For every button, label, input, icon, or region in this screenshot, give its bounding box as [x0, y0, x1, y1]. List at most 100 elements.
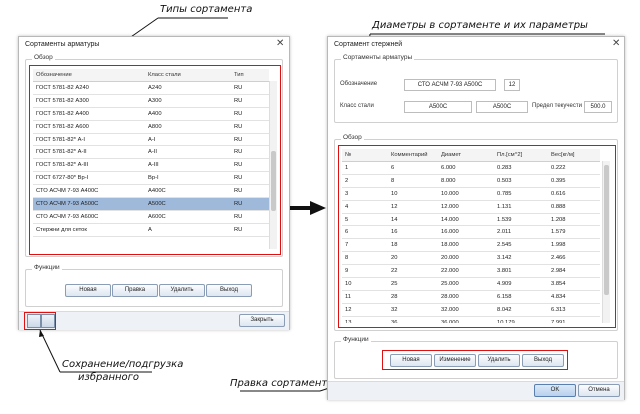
table-row[interactable]: 1 6 6.000 0.283 0.222 [342, 161, 600, 175]
table-cell: A800 [145, 120, 231, 134]
new-button[interactable]: Новая [65, 284, 111, 297]
steel-class-field[interactable]: A500C [404, 101, 472, 113]
table-cell: 12 [342, 303, 388, 317]
table-row[interactable]: 11 28 28.000 6.158 4.834 [342, 290, 600, 304]
table-cell: 20.000 [438, 251, 494, 266]
table-row[interactable]: 2 8 8.000 0.503 0.395 [342, 174, 600, 188]
table-header-row: № Комментарий Диамет Пл.[см^2] Вес[кг/м] [342, 149, 600, 162]
table-cell: A300 [145, 94, 231, 108]
table-row[interactable]: 4 12 12.000 1.131 0.888 [342, 200, 600, 214]
table-row[interactable]: СТО АСЧМ 7-93 A500C A500C RU [33, 197, 269, 211]
table-row[interactable]: 6 16 16.000 2.011 1.579 [342, 225, 600, 240]
table-cell: 4 [342, 200, 388, 214]
table-cell: СТО АСЧМ 7-93 A400C [33, 184, 145, 199]
edit-button[interactable]: Правка [112, 284, 158, 297]
sortament-group: Сортаменты арматуры [334, 54, 618, 123]
table-cell: RU [231, 81, 269, 95]
table-cell: 6 [388, 161, 438, 175]
overview-group-label: Обзор [32, 54, 55, 61]
column-header[interactable]: Обозначение [33, 69, 145, 82]
table-cell: 3.801 [494, 264, 548, 279]
table-cell: 28 [388, 290, 438, 304]
table-cell: 0.222 [548, 161, 600, 175]
table-cell: ГОСТ 5781-82 A400 [33, 107, 145, 121]
column-header[interactable]: Вес[кг/м] [548, 149, 600, 162]
close-icon[interactable]: ✕ [276, 39, 284, 49]
table-cell: A240 [145, 81, 231, 95]
types-table: Обозначение Класс стали Тип ГОСТ 5781-82… [33, 69, 269, 237]
sortament-group-label: Сортаменты арматуры [341, 54, 415, 61]
table-cell: RU [231, 94, 269, 108]
table-cell: 16 [388, 225, 438, 240]
scrollbar[interactable] [269, 81, 277, 249]
table-row[interactable]: 13 36 36.000 10.179 7.991 [342, 316, 600, 323]
table-cell: 22.000 [438, 264, 494, 279]
table-row[interactable]: Стержни для сеток A RU [33, 223, 269, 237]
change-button[interactable]: Изменение [434, 354, 476, 367]
count-field[interactable]: 12 [504, 79, 520, 91]
save-favorites-icon[interactable] [41, 314, 55, 328]
column-header[interactable]: Диамет [438, 149, 494, 162]
scrollbar-thumb[interactable] [604, 165, 609, 295]
table-cell: 14 [388, 213, 438, 227]
steel-class-field-2[interactable]: A500C [476, 101, 528, 113]
table-row[interactable]: 10 25 25.000 4.909 3.854 [342, 277, 600, 291]
table-row[interactable]: 9 22 22.000 3.801 2.984 [342, 264, 600, 279]
close-icon[interactable]: ✕ [612, 39, 620, 49]
table-row[interactable]: 5 14 14.000 1.539 1.208 [342, 213, 600, 227]
close-button[interactable]: Закрыть [239, 314, 285, 327]
exit-button[interactable]: Выход [522, 354, 564, 367]
load-favorites-icon[interactable] [27, 314, 41, 328]
delete-button[interactable]: Удалить [478, 354, 520, 367]
yield-label: Предел текучести [532, 103, 582, 109]
types-table-container: Обозначение Класс стали Тип ГОСТ 5781-82… [33, 69, 277, 249]
table-row[interactable]: ГОСТ 5781-82 A400 A400 RU [33, 107, 269, 121]
new-button[interactable]: Новая [390, 354, 432, 367]
yield-field[interactable]: 500.0 [584, 101, 612, 113]
table-cell: 1.208 [548, 213, 600, 227]
table-row[interactable]: ГОСТ 5781-82* A-III A-III RU [33, 158, 269, 173]
table-row[interactable]: СТО АСЧМ 7-93 A400C A400C RU [33, 184, 269, 199]
table-row[interactable]: ГОСТ 5781-82* A-II A-II RU [33, 145, 269, 160]
cancel-button[interactable]: Отмена [578, 384, 620, 397]
functions-group-label: Функции [32, 264, 62, 271]
column-header[interactable]: № [342, 149, 388, 162]
delete-button[interactable]: Удалить [159, 284, 205, 297]
table-cell: 1.579 [548, 225, 600, 240]
table-cell: ГОСТ 5781-82 A600 [33, 120, 145, 134]
table-row[interactable]: 12 32 32.000 8.042 6.313 [342, 303, 600, 317]
table-row[interactable]: 7 18 18.000 2.545 1.998 [342, 238, 600, 253]
table-cell: ГОСТ 5781-82 A300 [33, 94, 145, 108]
table-cell: RU [231, 210, 269, 224]
scrollbar[interactable] [602, 161, 610, 323]
arrowhead-favorites [39, 330, 44, 337]
annotation-types: Типы сортамента [160, 4, 253, 15]
table-row[interactable]: ГОСТ 5781-82* A-I A-I RU [33, 133, 269, 147]
designation-field[interactable]: СТО АСЧМ 7-93 A500C [404, 79, 496, 91]
column-header[interactable]: Тип [231, 69, 269, 82]
table-cell: 8.042 [494, 303, 548, 317]
table-cell: A600C [145, 210, 231, 224]
table-cell: СТО АСЧМ 7-93 A600C [33, 210, 145, 224]
sortament-rods-dialog: Сортамент стержней ✕ Сортаменты арматуры… [327, 36, 625, 400]
functions-group-label: Функции [341, 336, 371, 343]
exit-button[interactable]: Выход [206, 284, 252, 297]
table-row[interactable]: ГОСТ 5781-82 A300 A300 RU [33, 94, 269, 108]
column-header[interactable]: Комментарий [388, 149, 438, 162]
table-row[interactable]: ГОСТ 5781-82 A240 A240 RU [33, 81, 269, 95]
table-row[interactable]: 8 20 20.000 3.142 2.466 [342, 251, 600, 266]
table-row[interactable]: ГОСТ 6727-80* Вр-I Вр-I RU [33, 171, 269, 186]
scrollbar-thumb[interactable] [271, 151, 276, 211]
column-header[interactable]: Класс стали [145, 69, 231, 82]
table-cell: RU [231, 223, 269, 237]
table-row[interactable]: СТО АСЧМ 7-93 A600C A600C RU [33, 210, 269, 224]
column-header[interactable]: Пл.[см^2] [494, 149, 548, 162]
table-cell: A400 [145, 107, 231, 121]
table-row[interactable]: ГОСТ 5781-82 A600 A800 RU [33, 120, 269, 134]
table-row[interactable]: 3 10 10.000 0.785 0.616 [342, 187, 600, 201]
table-cell: 4.909 [494, 277, 548, 291]
ok-button[interactable]: OK [534, 384, 576, 397]
table-cell: 11 [342, 290, 388, 304]
table-cell: 7 [342, 238, 388, 253]
table-cell: Стержни для сеток [33, 223, 145, 237]
